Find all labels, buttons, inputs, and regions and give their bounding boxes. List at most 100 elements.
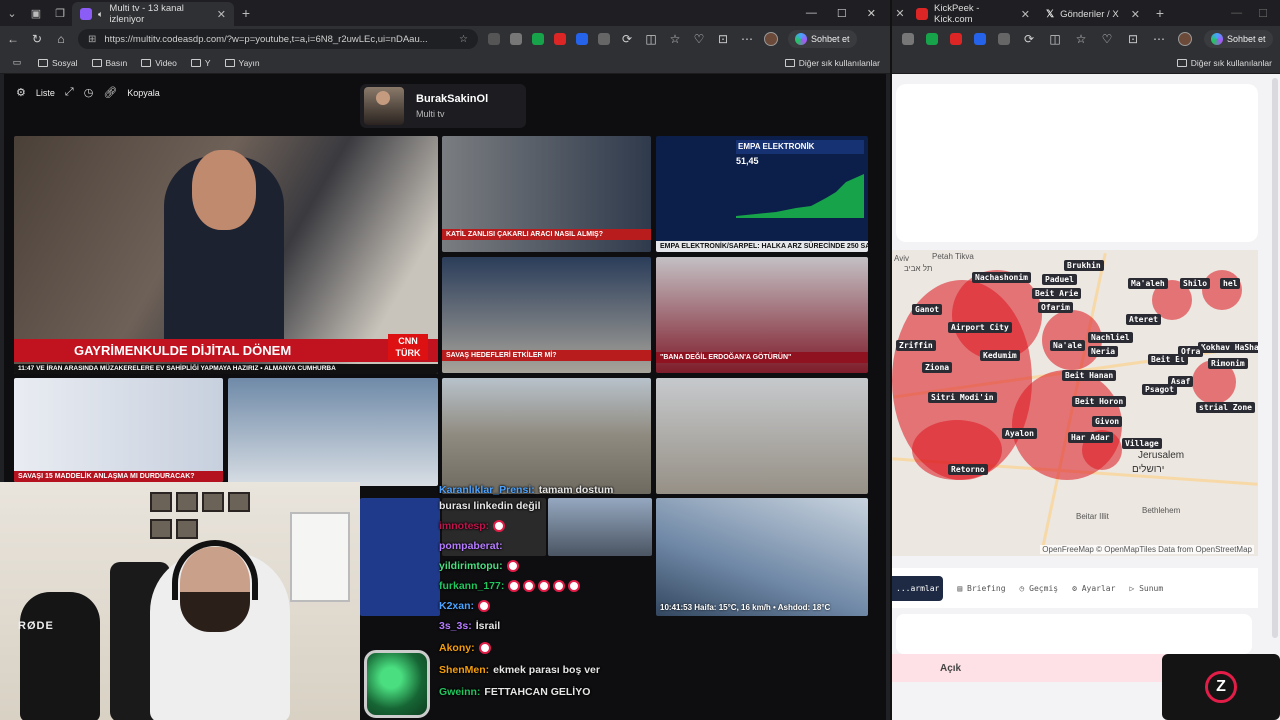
- copilot-chat-button[interactable]: Sohbet et: [1204, 30, 1273, 48]
- url-field[interactable]: ⊞ https://multitv.codeasdp.com/?w=p=yout…: [78, 29, 478, 49]
- timer-icon[interactable]: ◷: [84, 86, 94, 99]
- translate-icon[interactable]: [576, 33, 588, 45]
- video-tile[interactable]: [360, 498, 440, 616]
- link-icon[interactable]: 🔗︎: [103, 86, 117, 99]
- video-tile[interactable]: [442, 378, 651, 494]
- minimize-icon[interactable]: —: [806, 7, 817, 20]
- close-tab-icon[interactable]: ✕: [1131, 8, 1140, 21]
- main-video-tile[interactable]: GAYRİMENKULDE DİJİTAL DÖNEM 11:47 VE İRA…: [14, 136, 438, 374]
- collections-icon[interactable]: ⊡: [716, 32, 730, 46]
- map-city-label: Jerusalem: [1138, 450, 1185, 461]
- extension-icon[interactable]: [902, 33, 914, 45]
- home-icon[interactable]: ⌂: [54, 32, 68, 46]
- split-screen-icon[interactable]: ◫: [644, 32, 658, 46]
- extensions-icon[interactable]: ⟳: [620, 32, 634, 46]
- chevron-down-icon[interactable]: ⌄: [0, 2, 24, 24]
- collections-icon[interactable]: ⊡: [1126, 32, 1140, 46]
- tab-kickpeek[interactable]: KickPeek - Kick.com ✕: [908, 2, 1038, 26]
- tile-banner: SAVAŞ HEDEFLERİ ETKİLER Mİ?: [442, 350, 651, 361]
- bookmark-folder[interactable]: Sosyal: [38, 58, 78, 68]
- tab-briefing[interactable]: ▤ Briefing: [957, 584, 1005, 593]
- more-icon[interactable]: ⋯: [740, 32, 754, 46]
- tab-history[interactable]: ◷ Geçmiş: [1020, 584, 1059, 593]
- minimize-icon[interactable]: —: [1231, 7, 1242, 20]
- tab-presentation[interactable]: ▷ Sunum: [1129, 584, 1163, 593]
- video-tile[interactable]: SAVAŞ HEDEFLERİ ETKİLER Mİ?: [442, 257, 651, 373]
- scrollbar[interactable]: [1272, 78, 1278, 638]
- maximize-icon[interactable]: ☐: [1258, 7, 1268, 20]
- profile-avatar[interactable]: [764, 32, 778, 46]
- favorites-icon[interactable]: ☆: [1074, 32, 1088, 46]
- extension-icon[interactable]: [998, 33, 1010, 45]
- video-tile[interactable]: KATİL ZANLISI ÇAKARLI ARACI NASIL ALMIŞ?: [442, 136, 651, 252]
- video-tile[interactable]: EMPA ELEKTRONİK 51,45 EMPA ELEKTRONİK/SA…: [656, 136, 868, 252]
- close-tab-icon[interactable]: ✕: [892, 2, 908, 24]
- map-attribution[interactable]: OpenFreeMap © OpenMapTiles Data from Ope…: [1040, 545, 1254, 554]
- favorite-star-icon[interactable]: ☆: [459, 34, 468, 45]
- video-tile[interactable]: "BANA DEĞİL ERDOĞAN'A GÖTÜRÜN": [656, 257, 868, 373]
- speaker-icon[interactable]: 🔈︎: [98, 9, 103, 20]
- video-tile[interactable]: [656, 378, 868, 494]
- chat-user: 3s_3s:: [439, 620, 472, 632]
- back-icon[interactable]: ←: [6, 32, 20, 46]
- map-city-label: Bethlehem: [1142, 506, 1181, 515]
- alert-map[interactable]: Petah Tikva תל אביב Aviv Jerusalem ירושל…: [892, 250, 1258, 556]
- content-card: [896, 614, 1252, 654]
- video-tile[interactable]: 10:41:53 Haifa: 15°C, 16 km/h • Ashdod: …: [656, 498, 868, 616]
- workspaces-icon[interactable]: ▣: [24, 2, 48, 24]
- extension-icon[interactable]: [532, 33, 544, 45]
- extension-icon[interactable]: [554, 33, 566, 45]
- more-icon[interactable]: ⋯: [1152, 32, 1166, 46]
- translate-icon[interactable]: [974, 33, 986, 45]
- profile-avatar[interactable]: [1178, 32, 1192, 46]
- video-tile[interactable]: [228, 378, 438, 486]
- extension-icon[interactable]: [950, 33, 962, 45]
- bookmark-folder[interactable]: Y: [190, 58, 211, 68]
- new-tab-icon[interactable]: +: [234, 2, 258, 24]
- reload-icon[interactable]: ↻: [30, 32, 44, 46]
- other-favorites[interactable]: Diğer sık kullanılanlar: [784, 58, 880, 68]
- copilot-chat-button[interactable]: Sohbet et: [788, 30, 857, 48]
- map-city-label: Petah Tikva: [932, 252, 974, 261]
- list-button[interactable]: Liste: [36, 88, 55, 98]
- video-tile[interactable]: SAVAŞI 15 MADDELİK ANLAŞMA MI DURDURACAK…: [14, 378, 223, 482]
- bookmark-folder[interactable]: Yayın: [224, 58, 260, 68]
- extension-icon[interactable]: [510, 33, 522, 45]
- x-logo-icon: 𝕏: [1046, 8, 1055, 20]
- kickpeek-favicon: [916, 8, 928, 20]
- heart-emote-icon: [568, 580, 581, 593]
- extension-icon[interactable]: [488, 33, 500, 45]
- reading-list-icon[interactable]: ▭: [10, 57, 24, 68]
- close-window-icon[interactable]: ✕: [867, 7, 876, 20]
- folder-icon: [190, 58, 201, 67]
- tab-label: Ayarlar: [1081, 583, 1116, 593]
- tab-settings[interactable]: ⚙ Ayarlar: [1072, 584, 1115, 593]
- copy-button[interactable]: Kopyala: [127, 88, 160, 98]
- streamer-profile[interactable]: BurakSakinOl Multi tv: [360, 84, 526, 128]
- maximize-icon[interactable]: ☐: [837, 7, 847, 20]
- map-place-label: Kedumim: [980, 350, 1020, 361]
- tab-alarms[interactable]: ...armlar: [892, 575, 944, 601]
- browser-essentials-icon[interactable]: ♡: [692, 32, 706, 46]
- tab-multitv[interactable]: 🔈︎ Multi tv - 13 kanal izleniyor ✕: [72, 2, 234, 26]
- close-tab-icon[interactable]: ✕: [217, 8, 226, 21]
- bookmark-folder[interactable]: Video: [141, 58, 177, 68]
- tab-actions-icon[interactable]: ❐: [48, 2, 72, 24]
- tab-x[interactable]: 𝕏 Gönderiler / X ✕: [1038, 2, 1148, 26]
- browser-essentials-icon[interactable]: ♡: [1100, 32, 1114, 46]
- favorites-icon[interactable]: ☆: [668, 32, 682, 46]
- bookmark-folder[interactable]: Basın: [91, 58, 127, 68]
- gear-icon: ⚙: [1072, 583, 1082, 593]
- other-favorites[interactable]: Diğer sık kullanılanlar: [1176, 58, 1272, 68]
- extensions-icon[interactable]: ⟳: [1022, 32, 1036, 46]
- fullscreen-icon[interactable]: ⤢: [65, 86, 74, 99]
- extension-icon[interactable]: [598, 33, 610, 45]
- extension-icon[interactable]: [926, 33, 938, 45]
- site-info-icon[interactable]: ⊞: [88, 34, 96, 45]
- split-screen-icon[interactable]: ◫: [1048, 32, 1062, 46]
- new-tab-icon[interactable]: +: [1148, 2, 1172, 24]
- copilot-icon: [795, 33, 807, 45]
- gear-icon[interactable]: ⚙: [16, 86, 26, 99]
- ticker-header: EMPA ELEKTRONİK: [736, 140, 864, 154]
- close-tab-icon[interactable]: ✕: [1021, 8, 1030, 21]
